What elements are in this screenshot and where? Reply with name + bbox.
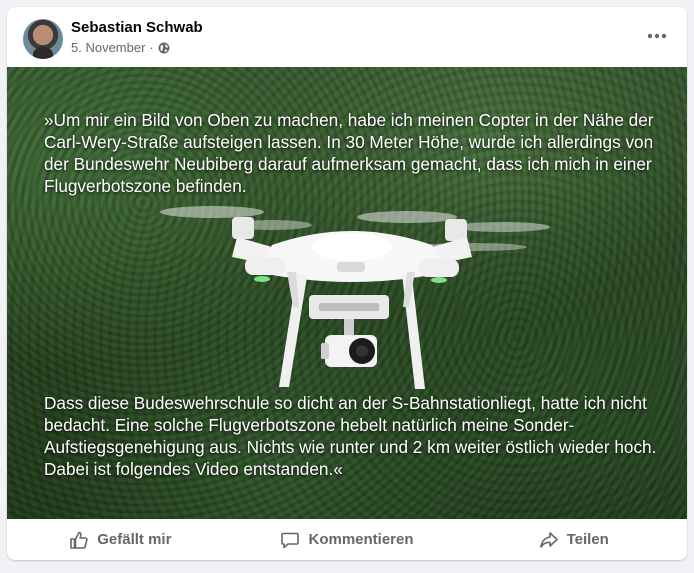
share-icon (539, 531, 558, 548)
meta-separator: · (149, 40, 154, 55)
avatar[interactable] (23, 19, 63, 59)
image-text-bottom: Dass diese Budeswehrschule so dicht an d… (44, 393, 657, 479)
share-button[interactable]: Teilen (460, 523, 687, 557)
comment-button[interactable]: Kommentieren (234, 523, 461, 557)
post-actions: Gefällt mir Kommentieren Teilen (7, 519, 687, 560)
post-meta: 5. November · (71, 40, 170, 55)
comment-icon (281, 532, 300, 548)
image-text-top: »Um mir ein Bild von Oben zu machen, hab… (44, 110, 654, 196)
post-image[interactable]: »Um mir ein Bild von Oben zu machen, hab… (7, 67, 687, 519)
like-icon (70, 531, 88, 549)
post-header: Sebastian Schwab 5. November · (7, 7, 687, 67)
post-date[interactable]: 5. November (71, 40, 145, 55)
more-options-icon (647, 33, 667, 39)
author-name[interactable]: Sebastian Schwab (71, 19, 203, 36)
more-options-button[interactable] (639, 23, 675, 49)
comment-label: Kommentieren (308, 531, 414, 548)
globe-icon[interactable] (158, 42, 170, 54)
share-label: Teilen (566, 531, 609, 548)
like-label: Gefällt mir (97, 531, 172, 548)
post-card: Sebastian Schwab 5. November · »Um mir e… (7, 7, 687, 560)
like-button[interactable]: Gefällt mir (7, 523, 234, 557)
